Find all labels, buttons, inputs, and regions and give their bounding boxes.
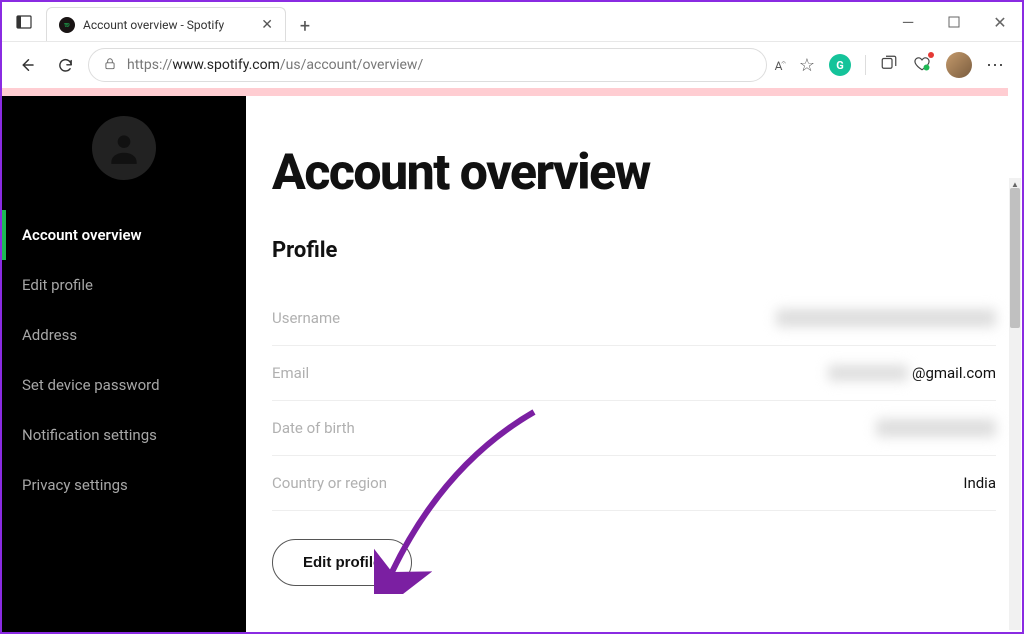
tab-close-icon[interactable]: ✕ [261,17,273,33]
back-button[interactable] [12,50,42,80]
sidebar-item-label: Account overview [22,226,142,244]
tab-title: Account overview - Spotify [83,18,224,32]
profile-row-username: Username hidden [272,291,996,346]
window-close-button[interactable]: ✕ [986,13,1014,32]
profile-row-email: Email hidden @gmail.com [272,346,996,401]
refresh-button[interactable] [50,50,80,80]
profile-avatar-icon[interactable] [946,52,972,78]
read-aloud-icon[interactable]: A𝄐 [775,58,785,73]
site-info-icon[interactable] [103,56,117,75]
browser-titlebar: Account overview - Spotify ✕ + — ✕ [2,2,1022,42]
field-label: Country or region [272,474,387,492]
sidebar-item-notification-settings[interactable]: Notification settings [2,410,246,460]
sidebar-item-label: Notification settings [22,426,157,444]
browser-toolbar: https://www.spotify.com/us/account/overv… [2,42,1022,88]
extension-icon[interactable] [912,54,932,76]
sidebar-item-edit-profile[interactable]: Edit profile [2,260,246,310]
page-title: Account overview [272,144,996,202]
account-sidebar: Account overview Edit profile Address Se… [2,96,246,632]
window-minimize-button[interactable]: — [894,13,922,32]
field-label: Username [272,309,340,327]
url-text: https://www.spotify.com/us/account/overv… [127,57,423,73]
sidebar-avatar-placeholder [92,116,156,180]
separator [865,55,866,75]
profile-section-title: Profile [272,238,996,263]
edit-profile-button[interactable]: Edit profile [272,539,412,586]
field-label: Date of birth [272,419,355,437]
sidebar-item-label: Address [22,326,77,344]
browser-tab-active[interactable]: Account overview - Spotify ✕ [46,7,286,41]
profile-row-country: Country or region India [272,456,996,511]
profile-table: Username hidden Email hidden @gmail.com … [272,291,996,511]
country-value: India [963,474,996,492]
new-tab-button[interactable]: + [290,11,320,41]
email-localpart-redacted: hidden [828,365,908,381]
sidebar-item-label: Edit profile [22,276,93,294]
sidebar-item-label: Set device password [22,376,160,394]
sidebar-item-privacy-settings[interactable]: Privacy settings [2,460,246,510]
spotify-favicon [59,17,75,33]
profile-row-dob: Date of birth hidden [272,401,996,456]
sidebar-item-address[interactable]: Address [2,310,246,360]
email-domain: @gmail.com [912,364,996,382]
username-value-redacted: hidden [776,309,996,327]
dob-value-redacted: hidden [876,419,996,437]
scrollbar-thumb[interactable] [1010,188,1020,328]
sidebar-item-label: Privacy settings [22,476,128,494]
address-bar[interactable]: https://www.spotify.com/us/account/overv… [88,48,767,82]
main-content: Account overview Profile Username hidden… [246,96,1022,632]
vertical-scrollbar[interactable]: ▲ [1009,178,1021,630]
sidebar-item-set-device-password[interactable]: Set device password [2,360,246,410]
notification-banner [2,88,1008,96]
tab-actions-icon[interactable] [2,14,46,30]
favorite-star-icon[interactable]: ☆ [799,55,815,76]
window-maximize-button[interactable] [940,13,968,32]
grammarly-extension-icon[interactable]: G [829,54,851,76]
field-label: Email [272,364,309,382]
sidebar-item-account-overview[interactable]: Account overview [2,210,246,260]
more-menu-icon[interactable]: ⋯ [986,55,1006,76]
collections-icon[interactable] [880,54,898,76]
